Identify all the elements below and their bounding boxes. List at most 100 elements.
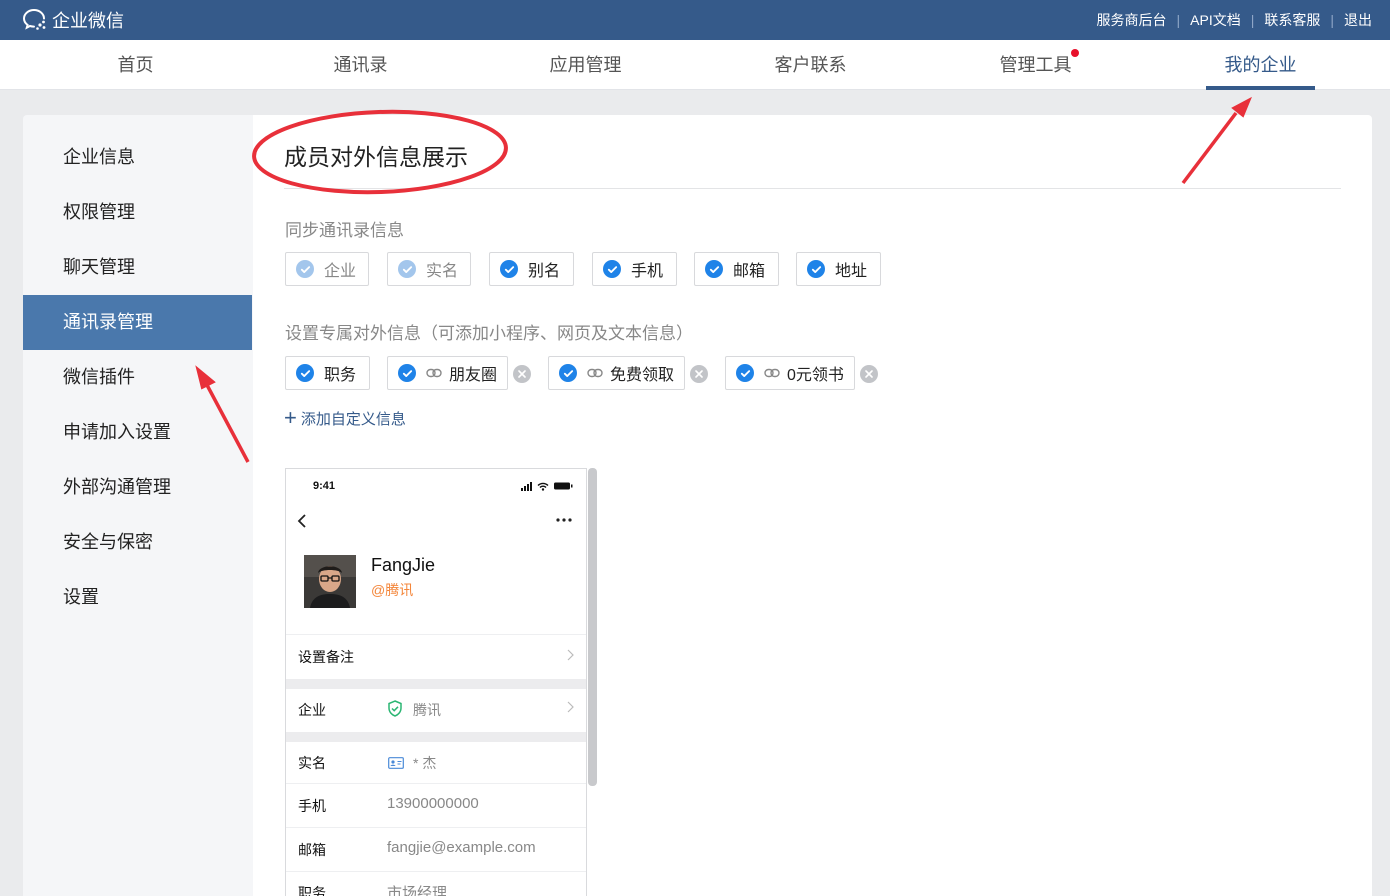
chip-label: 手机 [631,263,664,280]
verified-shield-icon [388,700,402,717]
checkbox-checked-icon [807,260,825,278]
nav-customer-contact[interactable]: 客户联系 [698,40,923,90]
sidebar-item-join-settings[interactable]: 申请加入设置 [23,405,252,460]
active-tab-indicator [1206,86,1315,90]
link-icon [426,368,442,378]
sidebar-item-external-communication[interactable]: 外部沟通管理 [23,460,252,515]
nav-home[interactable]: 首页 [23,40,248,90]
row-value-realname: * 杰 [413,755,437,771]
checkbox-checked-icon [296,260,314,278]
sync-section-label: 同步通讯录信息 [285,221,404,240]
remove-icon[interactable] [513,365,531,383]
sync-chip-realname[interactable]: 实名 [387,252,471,286]
checkbox-checked-icon [736,364,754,382]
remove-icon[interactable] [860,365,878,383]
sidebar-item-contacts-management[interactable]: 通讯录管理 [23,295,252,350]
set-remark-label[interactable]: 设置备注 [298,647,354,667]
sync-chip-alias[interactable]: 别名 [489,252,574,286]
nav-my-enterprise[interactable]: 我的企业 [1148,40,1373,90]
sidebar-item-enterprise-info[interactable]: 企业信息 [23,130,252,185]
chip-label: 职务 [324,367,357,384]
nav-app-management[interactable]: 应用管理 [473,40,698,90]
chip-label: 企业 [324,263,357,280]
status-bar-icons [521,482,573,491]
status-time: 9:41 [313,480,336,492]
title-divider [284,188,1341,189]
sync-chip-address[interactable]: 地址 [796,252,881,286]
custom-chip-position[interactable]: 职务 [285,356,370,390]
separator: | [1330,12,1334,28]
sidebar-item-chat-management[interactable]: 聊天管理 [23,240,252,295]
avatar [304,555,356,608]
sidebar: 企业信息 权限管理 聊天管理 通讯录管理 微信插件 申请加入设置 外部沟通管理 … [23,115,253,896]
row-value-position: 市场经理 [387,885,448,896]
wework-logo-icon [22,9,46,30]
top-links: 服务商后台 | API文档 | 联系客服 | 退出 [1097,0,1373,40]
chip-label: 0元领书 [787,367,844,384]
divider [286,783,586,784]
person-photo-icon [304,555,356,608]
custom-chip-free-claim[interactable]: 免费领取 [548,356,685,390]
row-label-position: 职务 [298,885,326,896]
link-icon [764,368,780,378]
chip-label: 别名 [528,263,561,280]
app-logo[interactable]: 企业微信 [22,8,124,32]
contact-org: @腾讯 [371,582,414,598]
logout-link[interactable]: 退出 [1344,10,1372,30]
checkbox-checked-icon [398,260,416,278]
checkbox-checked-icon [559,364,577,382]
row-label-realname: 实名 [298,755,326,771]
separator: | [1176,12,1181,28]
sidebar-item-permissions[interactable]: 权限管理 [23,185,252,240]
link-icon [587,368,603,378]
chip-label: 实名 [426,263,459,280]
sidebar-item-security[interactable]: 安全与保密 [23,515,252,570]
contact-name: FangJie [371,555,436,575]
notification-dot [1071,49,1079,57]
remove-icon[interactable] [690,365,708,383]
main-nav: 首页 通讯录 应用管理 客户联系 管理工具 我的企业 [0,40,1390,90]
checkbox-checked-icon [296,364,314,382]
divider [286,827,586,828]
api-docs-link[interactable]: API文档 [1190,10,1241,30]
chip-label: 邮箱 [733,263,766,280]
custom-chip-free-book[interactable]: 0元领书 [725,356,855,390]
row-value-email[interactable]: fangjie@example.com [387,839,536,856]
section-gap [286,679,586,689]
row-label-email: 邮箱 [298,842,326,858]
sidebar-item-wechat-plugin[interactable]: 微信插件 [23,350,252,405]
nav-management-tools[interactable]: 管理工具 [923,40,1148,90]
chevron-right-icon [567,701,574,713]
id-card-icon [388,757,404,769]
phone-preview: 9:41 FangJie @腾讯 设置备注 企业 腾讯 实名 * 杰 手机 13… [285,468,587,896]
sync-chip-enterprise[interactable]: 企业 [285,252,369,286]
service-backend-link[interactable]: 服务商后台 [1097,10,1167,30]
chip-label: 朋友圈 [449,367,498,384]
sync-chip-email[interactable]: 邮箱 [694,252,779,286]
sync-chip-mobile[interactable]: 手机 [592,252,677,286]
separator: | [1250,12,1255,28]
support-link[interactable]: 联系客服 [1264,10,1320,30]
custom-chip-moments[interactable]: 朋友圈 [387,356,508,390]
nav-contacts[interactable]: 通讯录 [248,40,473,90]
custom-section-label: 设置专属对外信息（可添加小程序、网页及文本信息） [285,324,693,343]
divider [286,871,586,872]
more-options-icon[interactable] [555,517,573,523]
row-label-mobile: 手机 [298,798,326,814]
chevron-right-icon [567,649,574,661]
checkbox-checked-icon [398,364,416,382]
top-bar: 企业微信 服务商后台 | API文档 | 联系客服 | 退出 [0,0,1390,40]
plus-icon: + [284,405,297,430]
checkbox-checked-icon [705,260,723,278]
section-gap [286,732,586,742]
preview-scrollbar[interactable] [588,468,597,786]
add-custom-info-button[interactable]: + 添加自定义信息 [284,407,406,429]
row-value-enterprise: 腾讯 [413,702,441,718]
page-title: 成员对外信息展示 [284,144,468,170]
row-value-mobile: 13900000000 [387,795,479,812]
add-custom-info-label: 添加自定义信息 [300,410,406,428]
sidebar-item-settings[interactable]: 设置 [23,570,252,625]
chip-label: 免费领取 [610,367,675,384]
logo-text: 企业微信 [52,11,124,31]
back-arrow-icon[interactable] [296,513,308,529]
